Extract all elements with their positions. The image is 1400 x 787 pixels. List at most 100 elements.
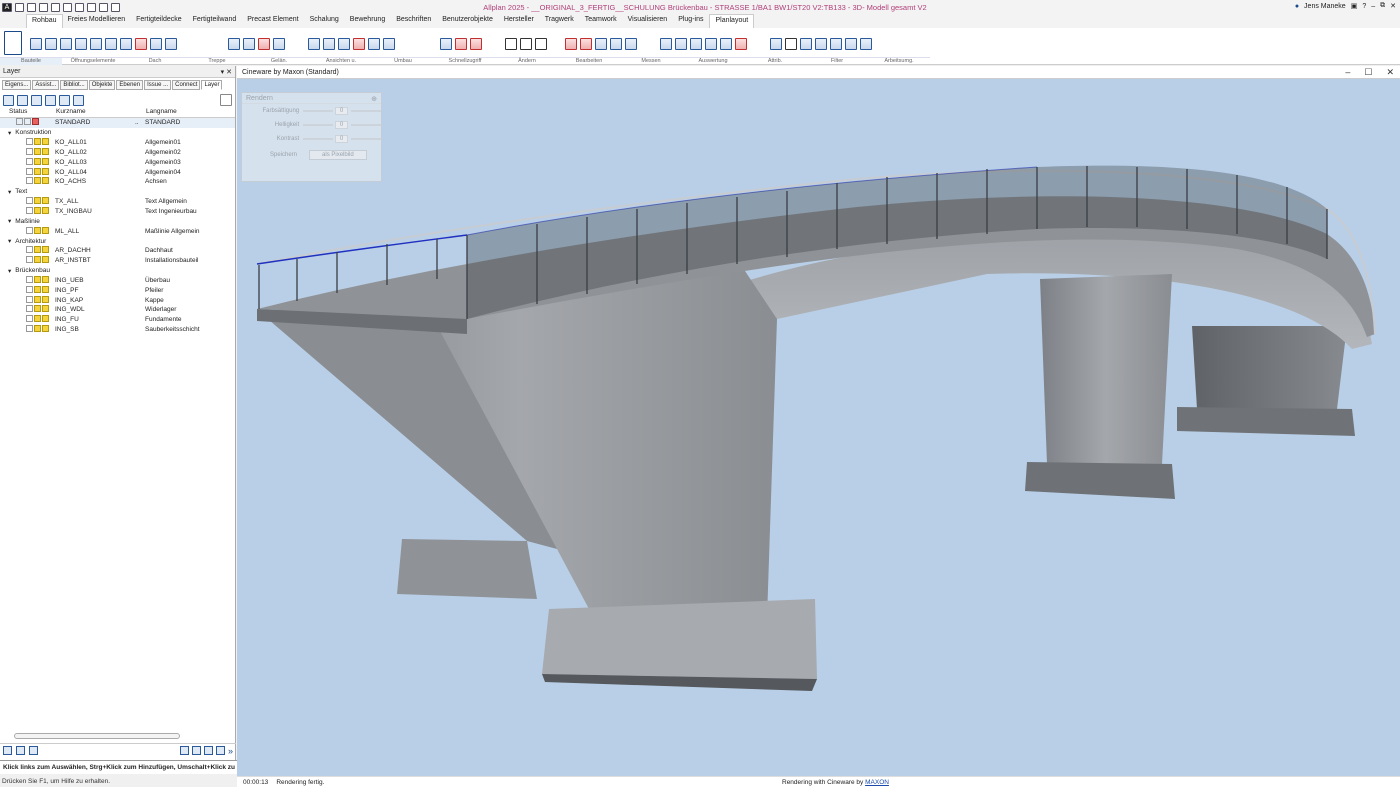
door-icon[interactable] [135,38,147,50]
editable-box[interactable] [34,197,41,205]
status-box[interactable] [42,157,49,165]
renovation-icon[interactable] [470,38,482,50]
footer-tool-4-icon[interactable] [179,745,189,755]
modify-3-icon[interactable] [595,38,607,50]
help-button[interactable]: ? [1362,3,1366,10]
panel-tab[interactable]: Eigens... [2,80,32,90]
editable-box[interactable] [34,207,41,215]
tab-fertigteilwand[interactable]: Fertigteilwand [188,14,243,28]
ribbon-group-label[interactable]: Treppe [186,57,248,65]
panel-tab[interactable]: Objekte [88,80,116,90]
layer-status[interactable] [26,256,50,265]
layer-status[interactable] [26,167,50,177]
editable-box[interactable] [34,138,41,146]
editable-box[interactable] [34,325,41,333]
delete-icon[interactable] [735,38,747,50]
layer-status[interactable] [26,305,50,314]
ribbon-group-label[interactable]: Dach [124,57,186,65]
tab-plug-ins[interactable]: Plug-ins [673,14,709,28]
tools-icon[interactable] [111,2,120,12]
expand-toggle-icon[interactable]: ▾ [8,237,11,245]
status-box[interactable] [42,138,49,146]
slider-track-right[interactable] [351,138,382,140]
roof-3-icon[interactable] [338,38,350,50]
visible-checkbox[interactable] [26,305,33,313]
ribbon-group-label[interactable]: Ansichten u. [310,57,372,65]
ribbon-group-label[interactable]: Öffnungselemente [62,57,124,65]
panel-tab[interactable]: Ebenen [116,80,144,90]
status-box[interactable] [42,246,49,254]
layer-status[interactable] [26,207,50,216]
layer-row[interactable]: ING_KAP Kappe [0,295,235,305]
horizontal-scrollbar[interactable] [14,733,180,739]
layer-status[interactable] [26,285,50,295]
tab-tragwerk[interactable]: Tragwerk [540,14,580,28]
layer-row[interactable]: STANDARD.. STANDARD [0,118,235,128]
expand-toggle-icon[interactable]: ▾ [8,129,11,137]
layer-status[interactable] [26,315,50,324]
label-abc-icon[interactable] [785,38,797,50]
ribbon-group-label[interactable]: Bauteile [0,57,62,65]
footer-tool-6-icon[interactable] [203,745,213,755]
status-box[interactable] [42,295,49,303]
status-box[interactable] [42,285,49,293]
line-icon[interactable] [505,38,517,50]
railing-icon[interactable] [383,38,395,50]
expand-toggle-icon[interactable]: ▾ [8,267,11,275]
visible-checkbox[interactable] [26,147,33,155]
visible-checkbox[interactable] [26,226,33,234]
visible-checkbox[interactable] [26,167,33,175]
layer-row[interactable]: ING_PF Pfeiler [0,285,235,295]
search-icon[interactable] [220,94,232,106]
visible-checkbox[interactable] [26,315,33,323]
workspace-2-icon[interactable] [860,38,872,50]
layer-row[interactable]: KO_ALL03 Allgemein03 [0,157,235,167]
status-box[interactable] [32,118,39,126]
cart-icon[interactable]: ▣ [1351,2,1358,10]
filter-icon[interactable] [830,38,842,50]
status-box[interactable] [42,197,49,205]
layer-row[interactable]: TX_ALL Text Allgemein [0,197,235,207]
status-box[interactable] [42,315,49,323]
workspace-icon[interactable] [845,38,857,50]
redo-icon[interactable] [75,2,84,12]
tab-fertigteildecke[interactable]: Fertigteildecke [131,14,188,28]
render-close-button[interactable]: ✕ [1386,67,1394,78]
report-icon[interactable] [800,38,812,50]
slider-track[interactable] [303,124,333,126]
stair-2-icon[interactable] [368,38,380,50]
editable-box[interactable] [34,285,41,293]
foundation-icon[interactable] [75,38,87,50]
user-icon[interactable]: ● [1295,3,1299,10]
save-as-image-button[interactable]: als Pixelbild [309,150,367,160]
mirror-icon[interactable] [705,38,717,50]
slider-value[interactable]: 0 [334,135,349,143]
tab-planlayout[interactable]: Planlayout [709,14,755,28]
tab-hersteller[interactable]: Hersteller [499,14,540,28]
status-box[interactable] [42,167,49,175]
close-button[interactable]: ✕ [1390,2,1396,10]
modify-2-icon[interactable] [580,38,592,50]
editable-box[interactable] [34,256,41,264]
editable-box[interactable] [34,315,41,323]
niche-icon[interactable] [165,38,177,50]
layer-row[interactable]: KO_ACHS Achsen [0,177,235,187]
measure-icon[interactable] [770,38,782,50]
opening-4-icon[interactable] [273,38,285,50]
modify-icon[interactable] [565,38,577,50]
footer-tool-1-icon[interactable] [3,746,12,755]
status-box[interactable] [42,256,49,264]
undo-icon[interactable] [63,2,72,12]
expand-icon[interactable]: » [228,746,233,756]
layer-row[interactable]: ING_SB Sauberkeitsschicht [0,325,235,335]
new-file-icon[interactable] [15,2,24,12]
restore-button[interactable]: ⧉ [1380,2,1385,10]
render-maximize-button[interactable]: ☐ [1364,67,1372,78]
copy-icon[interactable] [660,38,672,50]
visible-checkbox[interactable] [26,207,33,215]
layer-group[interactable]: ▾ Konstruktion [0,128,235,138]
dimension-icon[interactable] [535,38,547,50]
layer-tool-3-icon[interactable] [31,94,42,106]
panel-tab[interactable]: Layer [201,80,223,90]
visible-checkbox[interactable] [26,325,33,333]
